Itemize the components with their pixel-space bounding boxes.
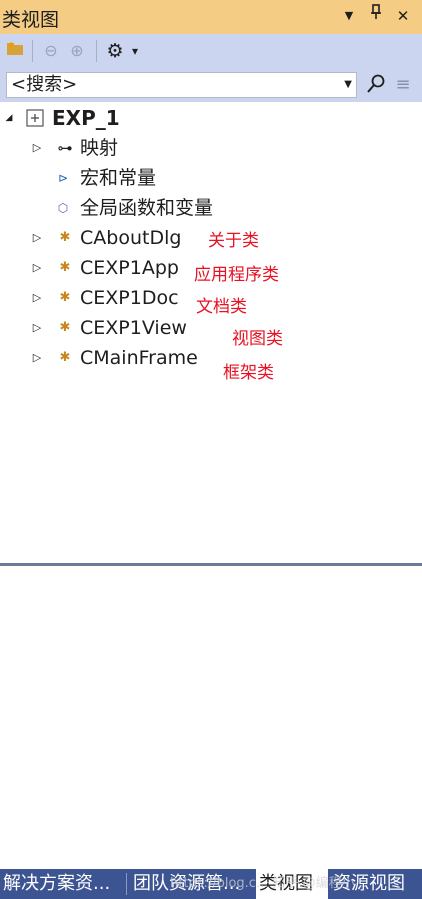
key-icon: ⊶ bbox=[57, 139, 73, 157]
tree-item-macros-constants[interactable]: ⊳ 宏和常量 bbox=[0, 164, 422, 192]
search-icon bbox=[367, 74, 385, 93]
expand-arrow-icon[interactable]: ▷ bbox=[30, 224, 44, 252]
class-icon: ✱ bbox=[59, 320, 71, 335]
tree-item-class[interactable]: ▷ ✱ CEXP1View bbox=[0, 314, 422, 342]
collapse-arrow-icon[interactable]: ◢ bbox=[2, 104, 16, 132]
pin-icon-shape bbox=[371, 4, 381, 19]
window-titlebar: 类视图 ▼ ✕ bbox=[0, 0, 422, 34]
tree-item-label: CEXP1View bbox=[80, 317, 187, 339]
window-title: 类视图 bbox=[2, 9, 60, 31]
tab-resource-view[interactable]: 资源视图 bbox=[330, 869, 422, 899]
annotation-about-class: 关于类 bbox=[208, 231, 259, 251]
class-icon: ✱ bbox=[59, 230, 71, 245]
tree-item-label: 宏和常量 bbox=[80, 167, 157, 189]
global-function-icon: ⬡ bbox=[57, 201, 69, 215]
tab-class-view[interactable]: 类视图 bbox=[256, 869, 328, 899]
search-options-icon[interactable]: ≡ bbox=[392, 74, 414, 96]
window-position-dropdown-icon[interactable]: ▼ bbox=[338, 4, 360, 28]
bottom-tab-bar: 解决方案资... 团队资源管... 类视图 资源视图 bbox=[0, 869, 422, 899]
macro-icon: ⊳ bbox=[57, 171, 69, 185]
tree-item-global-functions[interactable]: ⬡ 全局函数和变量 bbox=[0, 194, 422, 222]
tree-item-class[interactable]: ▷ ✱ CMainFrame bbox=[0, 344, 422, 372]
toolbar-separator bbox=[32, 40, 33, 62]
toolbar: ✱ ⊖ ⊕ ⚙ ▾ bbox=[0, 34, 422, 68]
expand-arrow-icon[interactable]: ▷ bbox=[30, 344, 44, 372]
new-folder-button[interactable]: ✱ bbox=[4, 40, 26, 62]
annotation-frame-class: 框架类 bbox=[223, 363, 274, 383]
settings-gear-icon[interactable]: ⚙ bbox=[104, 40, 126, 62]
tab-solution-explorer[interactable]: 解决方案资... bbox=[0, 869, 124, 899]
tree-root-label: EXP_1 bbox=[52, 106, 120, 130]
forward-icon[interactable]: ⊕ bbox=[66, 40, 88, 62]
search-button[interactable] bbox=[365, 74, 387, 96]
tree-root-project[interactable]: ◢ EXP_1 bbox=[0, 104, 422, 132]
search-input[interactable]: <搜索> ▼ bbox=[6, 72, 357, 98]
class-icon: ✱ bbox=[59, 260, 71, 275]
back-icon[interactable]: ⊖ bbox=[40, 40, 62, 62]
tree-item-label: CEXP1App bbox=[80, 257, 179, 279]
annotation-app-class: 应用程序类 bbox=[194, 265, 279, 285]
project-icon bbox=[26, 104, 44, 132]
tree-item-label: 映射 bbox=[80, 137, 119, 159]
expand-arrow-icon[interactable]: ▷ bbox=[30, 134, 44, 162]
tab-team-explorer[interactable]: 团队资源管... bbox=[130, 869, 254, 899]
toolbar-separator bbox=[96, 40, 97, 62]
project-icon-shape bbox=[26, 108, 44, 127]
tree-item-label: CAboutDlg bbox=[80, 227, 182, 249]
tree-item-label: 全局函数和变量 bbox=[80, 197, 214, 219]
svg-text:✱: ✱ bbox=[8, 41, 15, 50]
search-row: <搜索> ▼ ≡ bbox=[0, 68, 422, 102]
search-input-text: <搜索> bbox=[11, 74, 78, 95]
expand-arrow-icon[interactable]: ▷ bbox=[30, 314, 44, 342]
new-folder-icon: ✱ bbox=[7, 41, 23, 55]
class-icon: ✱ bbox=[59, 350, 71, 365]
close-icon[interactable]: ✕ bbox=[392, 4, 414, 28]
search-dropdown-icon[interactable]: ▼ bbox=[344, 73, 352, 97]
tree-item-label: CEXP1Doc bbox=[80, 287, 179, 309]
expand-arrow-icon[interactable]: ▷ bbox=[30, 284, 44, 312]
expand-arrow-icon[interactable]: ▷ bbox=[30, 254, 44, 282]
tab-separator bbox=[126, 873, 127, 895]
tree-item-mappings[interactable]: ▷ ⊶ 映射 bbox=[0, 134, 422, 162]
settings-dropdown-icon[interactable]: ▾ bbox=[128, 40, 142, 62]
panel-splitter[interactable] bbox=[0, 563, 422, 566]
tree-item-label: CMainFrame bbox=[80, 347, 198, 369]
pin-icon[interactable] bbox=[365, 4, 387, 28]
class-icon: ✱ bbox=[59, 290, 71, 305]
